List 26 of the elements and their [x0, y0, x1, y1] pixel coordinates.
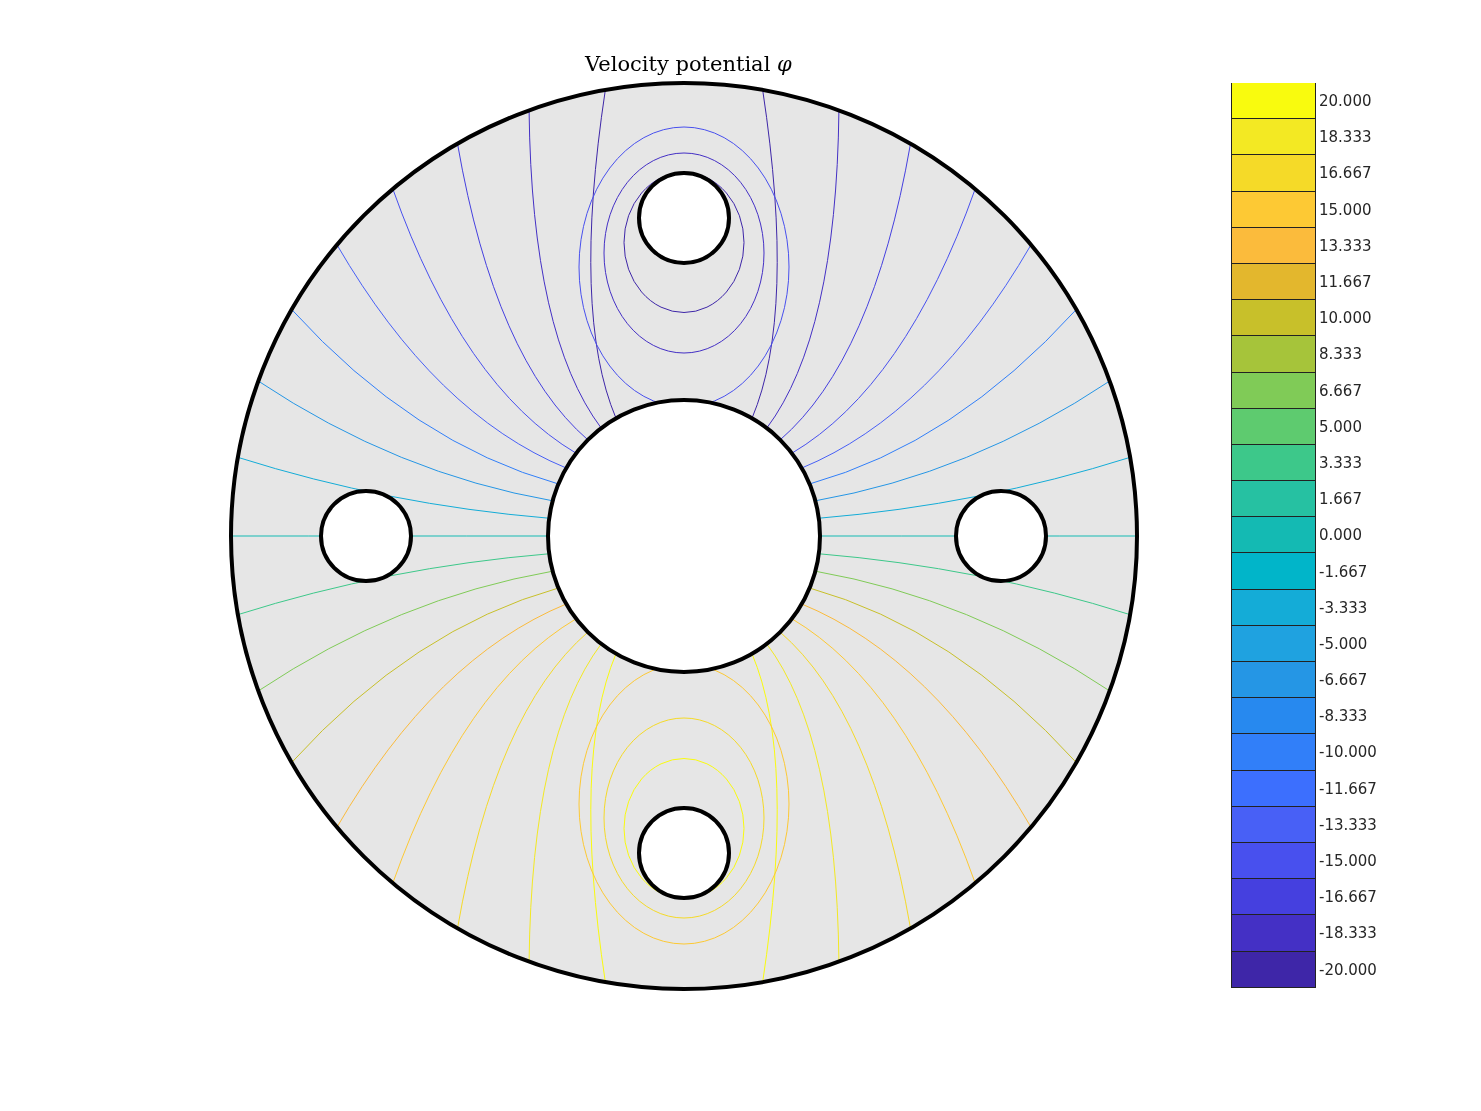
colorbar-label: 20.000 [1319, 92, 1372, 111]
colorbar-label: -6.667 [1319, 671, 1368, 690]
colorbar-label: -11.667 [1319, 779, 1377, 798]
colorbar-label: 5.000 [1319, 417, 1362, 436]
colorbar-label: 16.667 [1319, 164, 1372, 183]
colorbar-label: 3.333 [1319, 453, 1362, 472]
colorbar-label: -1.667 [1319, 562, 1368, 581]
colorbar-label: 8.333 [1319, 345, 1362, 364]
colorbar-label: -5.000 [1319, 634, 1368, 653]
colorbar-label: 13.333 [1319, 236, 1372, 255]
colorbar-label: -20.000 [1319, 960, 1377, 979]
colorbar-label: -13.333 [1319, 815, 1377, 834]
colorbar-label: 1.667 [1319, 490, 1362, 509]
colorbar-label: 15.000 [1319, 200, 1372, 219]
colorbar-label: -10.000 [1319, 743, 1377, 762]
colorbar-label: -18.333 [1319, 924, 1377, 943]
colorbar-label: 6.667 [1319, 381, 1362, 400]
colorbar-label: -15.000 [1319, 852, 1377, 871]
colorbar-label: 10.000 [1319, 309, 1372, 328]
colorbar-label: -8.333 [1319, 707, 1368, 726]
colorbar-label: 11.667 [1319, 273, 1372, 292]
colorbar-label: -3.333 [1319, 598, 1368, 617]
colorbar-label: 18.333 [1319, 128, 1372, 147]
colorbar-label: 0.000 [1319, 526, 1362, 545]
colorbar-label: -16.667 [1319, 888, 1377, 907]
plot-title: Velocity potential φ [585, 51, 792, 78]
